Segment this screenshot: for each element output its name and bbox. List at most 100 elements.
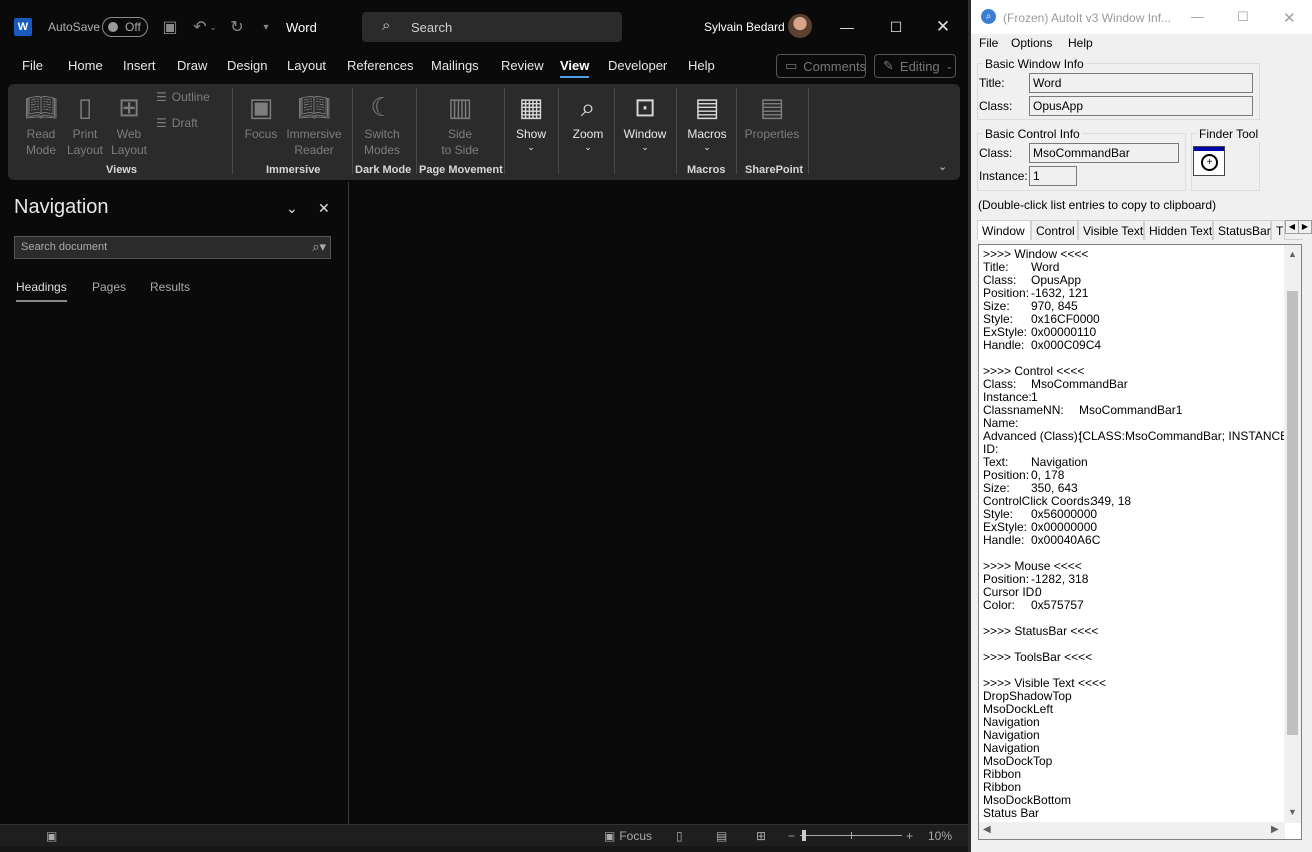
info-line[interactable]: Status Bar [983,807,1301,820]
info-line[interactable]: >>>> StatusBar <<<< [983,625,1301,638]
finder-tool-button[interactable]: + [1193,146,1225,176]
customize-toolbar-icon[interactable]: ▾ [256,17,276,37]
draft-button[interactable]: ☰ Draft [156,116,198,130]
tab-headings[interactable]: Headings [16,280,67,302]
show-button[interactable]: ▦ Show ⌄ [512,88,550,152]
tab-references[interactable]: References [347,58,413,73]
tab-results[interactable]: Results [150,280,190,294]
vertical-scrollbar[interactable]: ▲ ▼ [1284,245,1301,823]
tab-developer[interactable]: Developer [608,58,667,73]
search-box[interactable]: ⌕ Search [362,12,622,42]
class-field[interactable]: OpusApp [1029,96,1253,116]
tab-draw[interactable]: Draw [177,58,207,73]
tab-file[interactable]: File [22,58,43,73]
tab-design[interactable]: Design [227,58,267,73]
print-layout-icon[interactable]: ▤ [716,829,727,843]
web-layout-button[interactable]: ⊞ Web Layout [110,88,148,158]
tab-review[interactable]: Review [501,58,544,73]
tab-hidden-text[interactable]: Hidden Text [1144,220,1213,240]
info-value: 0x575757 [1031,598,1084,612]
info-line[interactable]: Handle: 0x00040A6C [983,534,1301,547]
tab-control[interactable]: Control [1031,220,1078,240]
info-line[interactable]: Color: 0x575757 [983,598,1301,612]
search-icon[interactable]: ⌕▾ [312,239,326,255]
info-line[interactable]: Advanced (Class):[CLASS:MsoCommandBar; I… [983,430,1301,443]
tab-visible-text[interactable]: Visible Text [1078,220,1144,240]
print-layout-button[interactable]: ▯ Print Layout [66,88,104,158]
web-layout-icon[interactable]: ⊞ [756,829,766,843]
chevron-down-icon[interactable]: ⌄ [286,200,298,217]
tab-window[interactable]: Window [977,220,1031,240]
maximize-icon[interactable]: ☐ [873,12,919,42]
read-mode-button[interactable]: 📖︎ Read Mode [22,88,60,158]
zoom-slider-thumb[interactable] [802,830,806,841]
control-class-field[interactable]: MsoCommandBar [1029,143,1179,163]
save-icon[interactable]: ▣ [160,17,180,37]
macros-icon: ▤ [694,92,720,122]
redo-icon[interactable]: ↻ [227,17,247,37]
tab-scroll-right-icon[interactable]: ▶ [1298,220,1312,234]
menu-file[interactable]: File [979,36,998,50]
outline-button[interactable]: ☰ Outline [156,90,210,104]
comments-button[interactable]: ▭ Comments [776,54,866,78]
scroll-right-icon[interactable]: ▶ [1271,824,1279,835]
read-mode-icon[interactable]: ▯ [676,829,683,843]
search-document-input[interactable]: Search document ⌕▾ [14,236,331,259]
group-label-macros: Macros [687,164,726,176]
close-icon[interactable]: ✕ [920,12,966,42]
scroll-left-icon[interactable]: ◀ [983,824,991,835]
autosave-toggle[interactable]: Off [102,17,148,37]
minimize-icon[interactable]: — [824,12,870,42]
scroll-thumb[interactable] [1287,291,1298,735]
info-line[interactable]: >>>> ToolsBar <<<< [983,651,1301,664]
focus-mode-button[interactable]: ▣ Focus [604,829,652,843]
maximize-icon[interactable]: ☐ [1237,9,1249,25]
info-list[interactable]: >>>> Window <<<< Title: Word Class: OpusApp P… [978,244,1302,840]
tab-layout[interactable]: Layout [287,58,326,73]
horizontal-scrollbar[interactable]: ◀ ▶ [979,822,1285,839]
info-key: Color: [983,598,1016,612]
undo-icon[interactable]: ↶ [190,17,210,37]
tab-mailings[interactable]: Mailings [431,58,479,73]
tab-statusbar[interactable]: StatusBar [1213,220,1271,240]
info-line[interactable]: MsoDockTop [983,755,1301,768]
macros-button[interactable]: ▤ Macros ⌄ [684,88,730,152]
instance-field[interactable]: 1 [1029,166,1077,186]
close-icon[interactable]: ✕ [1283,9,1296,27]
switch-modes-button[interactable]: ☾ Switch Modes [360,88,404,158]
undo-dropdown-icon[interactable]: ⌄ [208,17,218,37]
info-line[interactable]: Handle: 0x000C09C4 [983,339,1301,352]
tab-toolsbar[interactable]: T [1271,220,1285,240]
window-button[interactable]: ⊡ Window ⌄ [620,88,670,152]
tab-home[interactable]: Home [68,58,103,73]
minimize-icon[interactable]: — [1191,9,1204,24]
tab-insert[interactable]: Insert [123,58,156,73]
scroll-down-icon[interactable]: ▼ [1284,807,1301,817]
side-to-side-button[interactable]: ▥ Side to Side [438,88,482,158]
scroll-up-icon[interactable]: ▲ [1284,249,1301,259]
editing-button[interactable]: ✎ Editing ⌄ [874,54,956,78]
immersive-reader-button[interactable]: 📖︎ Immersive Reader [284,88,344,158]
zoom-level[interactable]: 10% [928,829,952,843]
zoom-button[interactable]: ⌕ Zoom ⌄ [566,88,610,152]
close-icon[interactable]: ✕ [318,200,330,217]
tab-view[interactable]: View [560,58,590,78]
menu-help[interactable]: Help [1068,36,1093,50]
zoom-out-icon[interactable]: − [788,829,795,843]
info-line[interactable]: ClassnameNN: MsoCommandBar1 [983,404,1301,417]
info-value: 0 [1035,585,1042,599]
tab-help[interactable]: Help [688,58,715,73]
menu-options[interactable]: Options [1011,36,1052,50]
user-name[interactable]: Sylvain Bedard [704,20,785,34]
tab-pages[interactable]: Pages [92,280,126,294]
focus-button[interactable]: ▣ Focus [242,88,280,142]
accessibility-icon[interactable]: ▣ [46,829,57,843]
collapse-ribbon-icon[interactable]: ⌄ [938,160,947,173]
group-separator [504,88,505,174]
tab-scroll-left-icon[interactable]: ◀ [1285,220,1299,234]
avatar[interactable] [788,14,812,38]
zoom-in-icon[interactable]: + [906,829,913,843]
info-line[interactable]: Ribbon [983,768,1301,781]
title-field[interactable]: Word [1029,73,1253,93]
properties-button[interactable]: ▤ Properties [744,88,800,142]
